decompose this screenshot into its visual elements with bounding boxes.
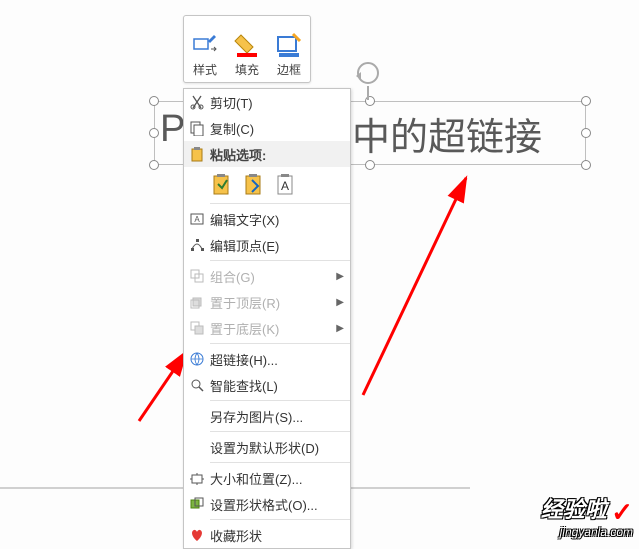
arrow-to-textbox	[363, 178, 466, 395]
handle-bl[interactable]	[149, 160, 159, 170]
menu-edit-text[interactable]: A 编辑文字(X)	[184, 206, 350, 232]
menu-paste-header: 粘贴选项:	[184, 141, 350, 167]
paste-option-2[interactable]	[242, 170, 266, 198]
menu-set-default-label: 设置为默认形状(D)	[210, 438, 344, 457]
watermark: 经验啦 ✓ jingyanla.com	[541, 498, 633, 539]
textbox-right-text: 中的超链接	[352, 101, 542, 165]
cut-icon	[184, 92, 210, 112]
menu-edit-points-label: 编辑顶点(E)	[210, 236, 344, 255]
menu-edit-text-label: 编辑文字(X)	[210, 210, 344, 229]
edit-text-icon: A	[184, 209, 210, 229]
handle-mr[interactable]	[581, 128, 591, 138]
menu-favorite-shape-label: 收藏形状	[210, 526, 344, 545]
menu-save-as-picture[interactable]: 另存为图片(S)...	[184, 403, 350, 429]
ribbon-fill-label: 填充	[235, 61, 259, 78]
svg-text:A: A	[194, 215, 200, 224]
handle-tr[interactable]	[581, 96, 591, 106]
blank-icon	[184, 437, 210, 457]
menu-send-back-label: 置于底层(K)	[210, 319, 336, 338]
menu-paste-options: A	[184, 167, 350, 201]
copy-icon	[184, 118, 210, 138]
handle-ml[interactable]	[149, 128, 159, 138]
menu-copy-label: 复制(C)	[210, 119, 344, 138]
menu-bring-front: 置于顶层(R) ▶	[184, 289, 350, 315]
ribbon-style-button[interactable]: 样式	[184, 16, 226, 82]
menu-group-label: 组合(G)	[210, 267, 336, 286]
watermark-sub: jingyanla.com	[541, 526, 633, 539]
ribbon-fill-button[interactable]: 填充	[226, 16, 268, 82]
check-icon: ✓	[611, 499, 633, 526]
blank-icon	[184, 406, 210, 426]
rotation-handle[interactable]	[357, 62, 379, 84]
menu-cut[interactable]: 剪切(T)	[184, 89, 350, 115]
chevron-right-icon: ▶	[336, 323, 344, 334]
ribbon-border-label: 边框	[277, 61, 301, 78]
menu-bring-front-label: 置于顶层(R)	[210, 293, 336, 312]
menu-group: 组合(G) ▶	[184, 263, 350, 289]
menu-smart-lookup[interactable]: 智能查找(L)	[184, 372, 350, 398]
ribbon-border-button[interactable]: 边框	[268, 16, 310, 82]
ribbon-style-label: 样式	[193, 61, 217, 78]
menu-smart-lookup-label: 智能查找(L)	[210, 376, 344, 395]
send-back-icon	[184, 318, 210, 338]
watermark-main: 经验啦	[541, 497, 607, 522]
menu-set-default[interactable]: 设置为默认形状(D)	[184, 434, 350, 460]
group-icon	[184, 266, 210, 286]
paste-option-1[interactable]	[210, 170, 234, 198]
menu-hyperlink[interactable]: 超链接(H)...	[184, 346, 350, 372]
menu-edit-points[interactable]: 编辑顶点(E)	[184, 232, 350, 258]
paste-icon	[184, 144, 210, 164]
mini-format-ribbon: 样式 填充 边框	[183, 15, 311, 83]
menu-hyperlink-label: 超链接(H)...	[210, 350, 344, 369]
heart-icon	[184, 525, 210, 545]
paste-option-3[interactable]: A	[274, 170, 298, 198]
handle-tl[interactable]	[149, 96, 159, 106]
border-icon	[275, 31, 303, 59]
style-icon	[191, 31, 219, 59]
fill-icon	[233, 31, 261, 59]
menu-send-back: 置于底层(K) ▶	[184, 315, 350, 341]
context-menu: 剪切(T) 复制(C) 粘贴选项: A A 编辑文字(X) 编辑顶点	[183, 88, 351, 549]
arrow-to-hyperlink	[139, 352, 186, 421]
menu-save-as-picture-label: 另存为图片(S)...	[210, 407, 344, 426]
size-position-icon	[184, 468, 210, 488]
handle-br[interactable]	[581, 160, 591, 170]
menu-size-position-label: 大小和位置(Z)...	[210, 469, 344, 488]
bring-front-icon	[184, 292, 210, 312]
edit-points-icon	[184, 235, 210, 255]
smart-lookup-icon	[184, 375, 210, 395]
chevron-right-icon: ▶	[336, 297, 344, 308]
menu-paste-header-label: 粘贴选项:	[210, 145, 344, 164]
menu-favorite-shape[interactable]: 收藏形状	[184, 522, 350, 548]
menu-size-position[interactable]: 大小和位置(Z)...	[184, 465, 350, 491]
handle-bm[interactable]	[365, 160, 375, 170]
chevron-right-icon: ▶	[336, 271, 344, 282]
svg-text:A: A	[281, 179, 289, 193]
format-shape-icon	[184, 494, 210, 514]
menu-format-shape[interactable]: 设置形状格式(O)...	[184, 491, 350, 517]
menu-cut-label: 剪切(T)	[210, 93, 344, 112]
menu-format-shape-label: 设置形状格式(O)...	[210, 495, 344, 514]
menu-copy[interactable]: 复制(C)	[184, 115, 350, 141]
hyperlink-icon	[184, 349, 210, 369]
